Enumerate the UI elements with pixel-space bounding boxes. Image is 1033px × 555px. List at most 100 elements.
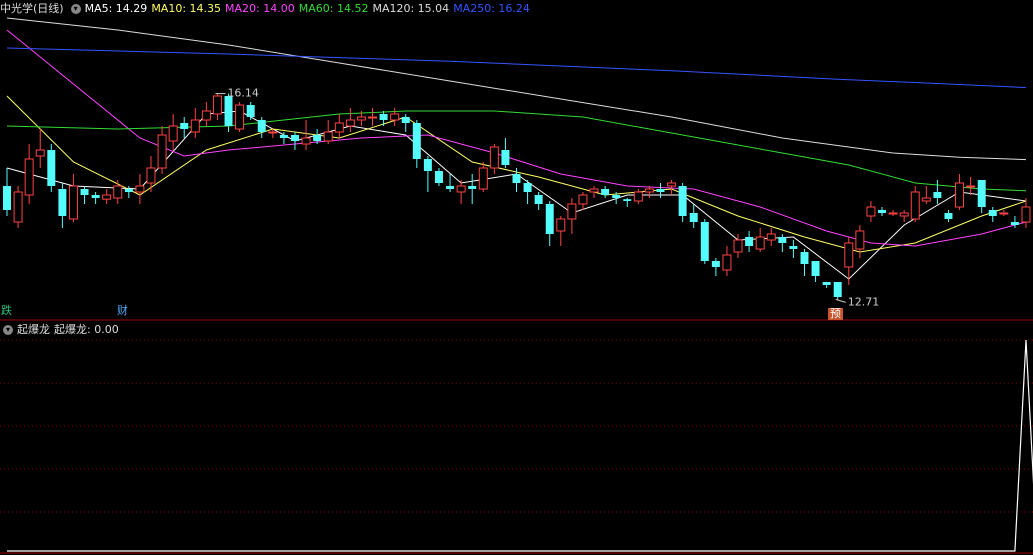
ma-label: MA5: 14.29 xyxy=(84,2,148,15)
candle xyxy=(102,189,112,204)
candle xyxy=(345,108,355,132)
candle xyxy=(822,282,831,288)
ma-label: MA120: 15.04 xyxy=(372,2,450,15)
candle-body xyxy=(556,218,566,232)
candle-body xyxy=(899,212,909,217)
candle xyxy=(766,228,776,246)
candle-body xyxy=(446,186,455,189)
candle-body xyxy=(212,95,222,115)
candle xyxy=(135,174,145,204)
candle xyxy=(623,198,632,207)
candle xyxy=(601,186,610,198)
candle-body xyxy=(423,159,432,171)
candle xyxy=(689,204,698,228)
candle xyxy=(180,117,189,138)
indicator-series xyxy=(7,339,1033,552)
candle-body xyxy=(124,189,133,192)
candle xyxy=(933,180,942,204)
annotation-low: 12.71 xyxy=(848,295,880,308)
event-marker-die[interactable]: 跌 xyxy=(1,305,12,317)
candle xyxy=(578,192,588,210)
candle-body xyxy=(257,120,266,132)
candle-body xyxy=(866,206,876,217)
candle-body xyxy=(833,282,842,297)
candle xyxy=(456,180,466,204)
candle-body xyxy=(379,114,388,120)
candle-body xyxy=(313,135,322,141)
candle-body xyxy=(623,199,632,201)
candle-body xyxy=(3,186,11,210)
candle xyxy=(3,168,11,216)
event-marker-cai[interactable]: 财 xyxy=(117,305,128,317)
candle xyxy=(257,117,266,138)
candle-body xyxy=(301,137,311,145)
candle xyxy=(91,192,100,204)
candle xyxy=(1021,198,1031,228)
candle xyxy=(966,177,976,195)
candle-body xyxy=(91,195,100,198)
candle-body xyxy=(345,119,355,127)
candle xyxy=(323,120,333,144)
candle-body xyxy=(921,197,931,202)
candle xyxy=(944,210,953,222)
candle xyxy=(24,144,34,204)
price-annotations: 16.14 12.71 xyxy=(215,87,880,308)
annotation-leader xyxy=(835,298,846,303)
candle xyxy=(501,138,510,168)
ma-line-ma250 xyxy=(6,47,1027,89)
candle xyxy=(800,249,809,276)
candle xyxy=(878,207,886,216)
candle-body xyxy=(700,222,709,261)
candle xyxy=(246,102,255,120)
event-marker-yu[interactable]: 预 xyxy=(828,308,843,320)
indicator-header: ▾ 起爆龙 起爆龙: 0.00 xyxy=(0,322,123,338)
candle xyxy=(955,174,965,210)
candle-body xyxy=(401,117,410,123)
candle xyxy=(235,102,245,132)
candle xyxy=(789,240,798,258)
candle xyxy=(379,111,388,126)
candle xyxy=(47,144,56,192)
candle-body xyxy=(977,180,986,207)
candle-body xyxy=(80,189,89,195)
candlestick-series xyxy=(3,93,1031,300)
candle xyxy=(190,108,200,138)
candle-body xyxy=(512,174,521,183)
candle-body xyxy=(910,191,920,220)
candle-body xyxy=(390,113,400,121)
candle-body xyxy=(644,188,654,193)
chevron-down-icon[interactable]: ▾ xyxy=(70,4,81,14)
candle-body xyxy=(13,191,23,223)
chevron-down-icon[interactable]: ▾ xyxy=(3,325,13,335)
candle xyxy=(833,282,842,300)
candle-body xyxy=(578,194,588,205)
ma-label: MA60: 14.52 xyxy=(298,2,369,15)
indicator-line xyxy=(7,339,1033,552)
candle-body xyxy=(888,212,898,215)
candle-body xyxy=(656,189,665,192)
candle xyxy=(301,120,311,150)
candle-body xyxy=(235,104,245,130)
candle-body xyxy=(589,188,599,193)
candle-body xyxy=(811,261,820,276)
ma-label: MA250: 16.24 xyxy=(453,2,530,15)
candle-body xyxy=(745,237,754,246)
candle-body xyxy=(633,191,643,202)
candle-body xyxy=(601,189,610,195)
candle-body xyxy=(478,167,488,190)
candle-body xyxy=(201,110,211,121)
candle xyxy=(567,198,577,234)
candle-body xyxy=(412,123,421,159)
candle-body xyxy=(878,210,886,213)
indicator-title: 起爆龙 xyxy=(17,323,50,336)
candle xyxy=(523,180,532,204)
stock-title: 中光学(日线) xyxy=(0,2,64,15)
candle xyxy=(589,186,599,198)
candle xyxy=(68,174,78,222)
candle-body xyxy=(689,213,698,222)
candle-body xyxy=(711,261,720,267)
candle-body xyxy=(489,146,499,169)
candle xyxy=(755,228,765,252)
annotation-high: 16.14 xyxy=(227,87,259,100)
candle-body xyxy=(789,246,798,249)
